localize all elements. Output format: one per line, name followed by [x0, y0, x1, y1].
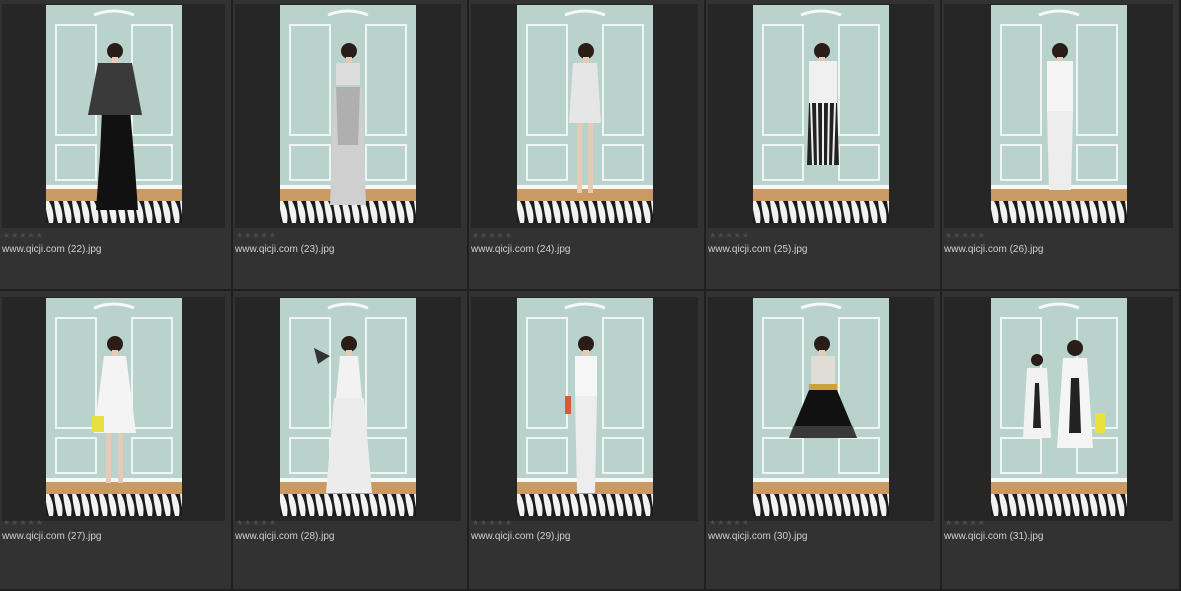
- photo-two-printed-dresses: [990, 298, 1127, 516]
- rating-stars[interactable]: ★★★★★: [236, 231, 277, 241]
- file-name: www.qicji.com (25).jpg: [708, 244, 808, 255]
- photo-print-mini-dress: [516, 5, 653, 223]
- thumbnail-cell[interactable]: ★★★★★ www.qicji.com (31).jpg: [942, 291, 1181, 591]
- file-name: www.qicji.com (28).jpg: [235, 531, 335, 542]
- file-name: www.qicji.com (23).jpg: [235, 244, 335, 255]
- thumbnail-frame: [471, 4, 698, 228]
- rating-stars[interactable]: ★★★★★: [472, 518, 513, 528]
- rating-stars[interactable]: ★★★★★: [709, 518, 750, 528]
- photo-white-shift-dress: [45, 298, 182, 516]
- thumbnail-frame: [2, 4, 225, 228]
- thumbnail-frame: [235, 297, 461, 521]
- photo-white-jumpsuit-fan: [280, 298, 416, 516]
- file-name: www.qicji.com (27).jpg: [2, 531, 102, 542]
- file-name: www.qicji.com (30).jpg: [708, 531, 808, 542]
- thumbnail-image[interactable]: [516, 298, 653, 516]
- thumbnail-cell[interactable]: ★★★★★ www.qicji.com (22).jpg: [0, 0, 233, 291]
- thumbnail-frame: [2, 297, 225, 521]
- thumbnail-image[interactable]: [280, 5, 416, 223]
- thumbnail-image[interactable]: [990, 298, 1127, 516]
- thumbnail-image[interactable]: [45, 298, 182, 516]
- photo-white-shirt-trousers: [990, 5, 1127, 223]
- photo-white-top-trousers: [516, 298, 653, 516]
- file-name: www.qicji.com (22).jpg: [2, 244, 102, 255]
- thumbnail-frame: [708, 297, 934, 521]
- thumbnail-frame: [944, 4, 1173, 228]
- file-name: www.qicji.com (29).jpg: [471, 531, 571, 542]
- photo-print-top-sheer-skirt: [280, 5, 416, 223]
- thumbnail-image[interactable]: [45, 5, 182, 223]
- thumbnail-cell[interactable]: ★★★★★ www.qicji.com (23).jpg: [233, 0, 469, 291]
- rating-stars[interactable]: ★★★★★: [472, 231, 513, 241]
- thumbnail-frame: [471, 297, 698, 521]
- thumbnail-grid: ★★★★★ www.qicji.com (22).jpg ★★★★★ www.q…: [0, 0, 1181, 591]
- file-name: www.qicji.com (24).jpg: [471, 244, 571, 255]
- thumbnail-image[interactable]: [516, 5, 653, 223]
- thumbnail-frame: [235, 4, 461, 228]
- file-name: www.qicji.com (26).jpg: [944, 244, 1044, 255]
- file-name: www.qicji.com (31).jpg: [944, 531, 1044, 542]
- rating-stars[interactable]: ★★★★★: [945, 518, 986, 528]
- rating-stars[interactable]: ★★★★★: [3, 518, 44, 528]
- thumbnail-image[interactable]: [753, 298, 889, 516]
- thumbnail-cell[interactable]: ★★★★★ www.qicji.com (28).jpg: [233, 291, 469, 591]
- thumbnail-frame: [944, 297, 1173, 521]
- thumbnail-frame: [708, 4, 934, 228]
- thumbnail-image[interactable]: [990, 5, 1127, 223]
- thumbnail-cell[interactable]: ★★★★★ www.qicji.com (30).jpg: [706, 291, 942, 591]
- rating-stars[interactable]: ★★★★★: [236, 518, 277, 528]
- rating-stars[interactable]: ★★★★★: [3, 231, 44, 241]
- photo-striped-pants-jacket: [753, 5, 889, 223]
- thumbnail-cell[interactable]: ★★★★★ www.qicji.com (24).jpg: [469, 0, 706, 291]
- thumbnail-image[interactable]: [753, 5, 889, 223]
- photo-black-full-skirt: [753, 298, 889, 516]
- thumbnail-cell[interactable]: ★★★★★ www.qicji.com (25).jpg: [706, 0, 942, 291]
- thumbnail-cell[interactable]: ★★★★★ www.qicji.com (29).jpg: [469, 291, 706, 591]
- rating-stars[interactable]: ★★★★★: [945, 231, 986, 241]
- thumbnail-cell[interactable]: ★★★★★ www.qicji.com (26).jpg: [942, 0, 1181, 291]
- rating-stars[interactable]: ★★★★★: [709, 231, 750, 241]
- thumbnail-image[interactable]: [280, 298, 416, 516]
- thumbnail-cell[interactable]: ★★★★★ www.qicji.com (27).jpg: [0, 291, 233, 591]
- photo-black-gown-shawl: [45, 5, 182, 223]
